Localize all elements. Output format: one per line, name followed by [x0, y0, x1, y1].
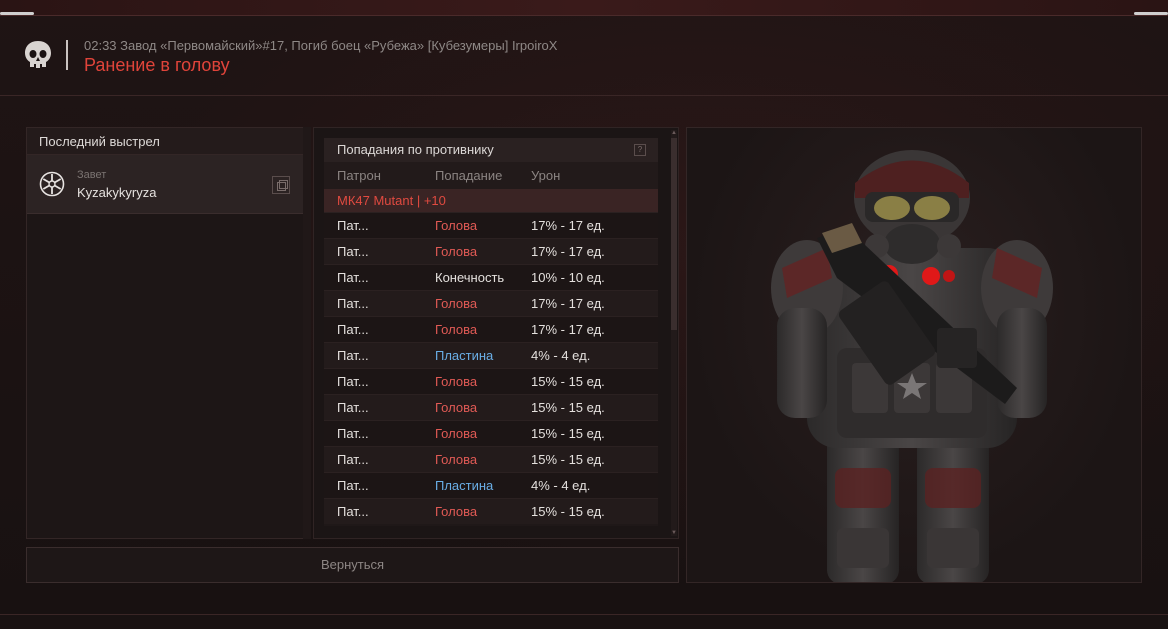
row-damage: 15% - 15 ед. — [531, 374, 605, 389]
row-damage: 17% - 17 ед. — [531, 244, 605, 259]
table-row: Пат... Голова 15% - 15 ед. — [324, 368, 658, 394]
row-hit: Голова — [435, 322, 478, 337]
row-hit: Конечность — [435, 270, 505, 285]
row-ammo: Пат... — [337, 322, 369, 337]
copy-icon[interactable] — [272, 176, 290, 194]
row-hit: Голова — [435, 374, 478, 389]
row-hit: Голова — [435, 452, 478, 467]
table-row: Пат... Голова 15% - 15 ед. — [324, 446, 658, 472]
row-ammo: Пат... — [337, 426, 369, 441]
scroll-up-icon[interactable]: ▲ — [671, 130, 677, 136]
table-row: Пат... Голова 17% - 17 ед. — [324, 290, 658, 316]
row-hit: Голова — [435, 244, 478, 259]
row-ammo: Пат... — [337, 270, 369, 285]
table-row: Пат... Голова 17% - 17 ед. — [324, 238, 658, 264]
row-damage: 17% - 17 ед. — [531, 322, 605, 337]
row-ammo: Пат... — [337, 400, 369, 415]
row-hit: Голова — [435, 218, 478, 233]
row-hit: Пластина — [435, 478, 494, 493]
row-ammo: Пат... — [337, 452, 369, 467]
death-cause-title: Ранение в голову — [84, 55, 230, 75]
event-description: 02:33 Завод «Первомайский»#17, Погиб бое… — [84, 38, 558, 53]
hits-table: Попадания по противнику ? Патрон Попадан… — [324, 138, 658, 526]
row-damage: 10% - 10 ед. — [531, 270, 605, 285]
row-ammo: Пат... — [337, 296, 369, 311]
table-row: Пат... Пластина 4% - 4 ед. — [324, 472, 658, 498]
bottom-bar — [0, 614, 1168, 629]
soldier-model — [771, 150, 1053, 582]
row-ammo: Пат... — [337, 244, 369, 259]
table-row: Пат... Голова 15% - 15 ед. — [324, 498, 658, 524]
table-header: Патрон Попадание Урон — [324, 162, 658, 189]
skull-icon — [25, 41, 51, 68]
shooter-name: Kyzakykyryza — [77, 185, 157, 200]
row-damage: 4% - 4 ед. — [531, 348, 591, 363]
row-hit: Голова — [435, 504, 478, 519]
table-row: Пат... Голова 17% - 17 ед. — [324, 316, 658, 342]
top-left-marker — [0, 12, 34, 15]
scroll-thumb[interactable] — [671, 138, 677, 330]
row-hit: Голова — [435, 426, 478, 441]
row-damage: 15% - 15 ед. — [531, 426, 605, 441]
last-shot-panel: Последний выстрел Завет Kyzakykyryza — [26, 127, 304, 539]
left-panel-scrollbar[interactable] — [303, 127, 311, 539]
column-hit: Попадание — [435, 168, 503, 183]
hits-title-text: Попадания по противнику — [337, 142, 494, 157]
row-ammo: Пат... — [337, 218, 369, 233]
hits-title: Попадания по противнику ? — [324, 138, 658, 162]
hits-scrollbar[interactable]: ▲ ▼ — [671, 130, 677, 536]
row-damage: 17% - 17 ед. — [531, 218, 605, 233]
hits-panel: Попадания по противнику ? Патрон Попадан… — [313, 127, 679, 539]
row-damage: 17% - 17 ед. — [531, 296, 605, 311]
row-damage: 15% - 15 ед. — [531, 452, 605, 467]
row-ammo: Пат... — [337, 348, 369, 363]
shooter-faction: Завет — [77, 169, 107, 181]
table-row: Пат... Пластина 4% - 4 ед. — [324, 342, 658, 368]
row-damage: 15% - 15 ед. — [531, 504, 605, 519]
top-right-marker — [1134, 12, 1168, 15]
column-ammo: Патрон — [337, 168, 381, 183]
help-icon[interactable]: ? — [634, 144, 646, 156]
row-hit: Пластина — [435, 348, 494, 363]
weapon-row: МК47 Mutant | +10 — [324, 189, 658, 212]
row-hit: Голова — [435, 400, 478, 415]
event-header: 02:33 Завод «Первомайский»#17, Погиб бое… — [0, 16, 1168, 96]
table-row: Пат... Конечность 10% - 10 ед. — [324, 264, 658, 290]
header-divider — [66, 40, 68, 70]
row-ammo: Пат... — [337, 504, 369, 519]
shooter-card[interactable]: Завет Kyzakykyryza — [27, 155, 303, 214]
last-shot-title: Последний выстрел — [27, 128, 303, 155]
hit-rows: Пат... Голова 17% - 17 ед. Пат... Голова 17% … — [324, 212, 658, 524]
faction-emblem-icon — [39, 171, 65, 197]
character-preview — [686, 127, 1142, 583]
row-hit: Голова — [435, 296, 478, 311]
table-row: Пат... Голова 15% - 15 ед. — [324, 394, 658, 420]
back-button[interactable]: Вернуться — [26, 547, 679, 583]
table-row: Пат... Голова 15% - 15 ед. — [324, 420, 658, 446]
row-damage: 4% - 4 ед. — [531, 478, 591, 493]
top-bar — [0, 0, 1168, 16]
row-ammo: Пат... — [337, 374, 369, 389]
table-row: Пат... Голова 17% - 17 ед. — [324, 212, 658, 238]
scroll-down-icon[interactable]: ▼ — [671, 530, 677, 536]
row-damage: 15% - 15 ед. — [531, 400, 605, 415]
column-damage: Урон — [531, 168, 561, 183]
row-ammo: Пат... — [337, 478, 369, 493]
